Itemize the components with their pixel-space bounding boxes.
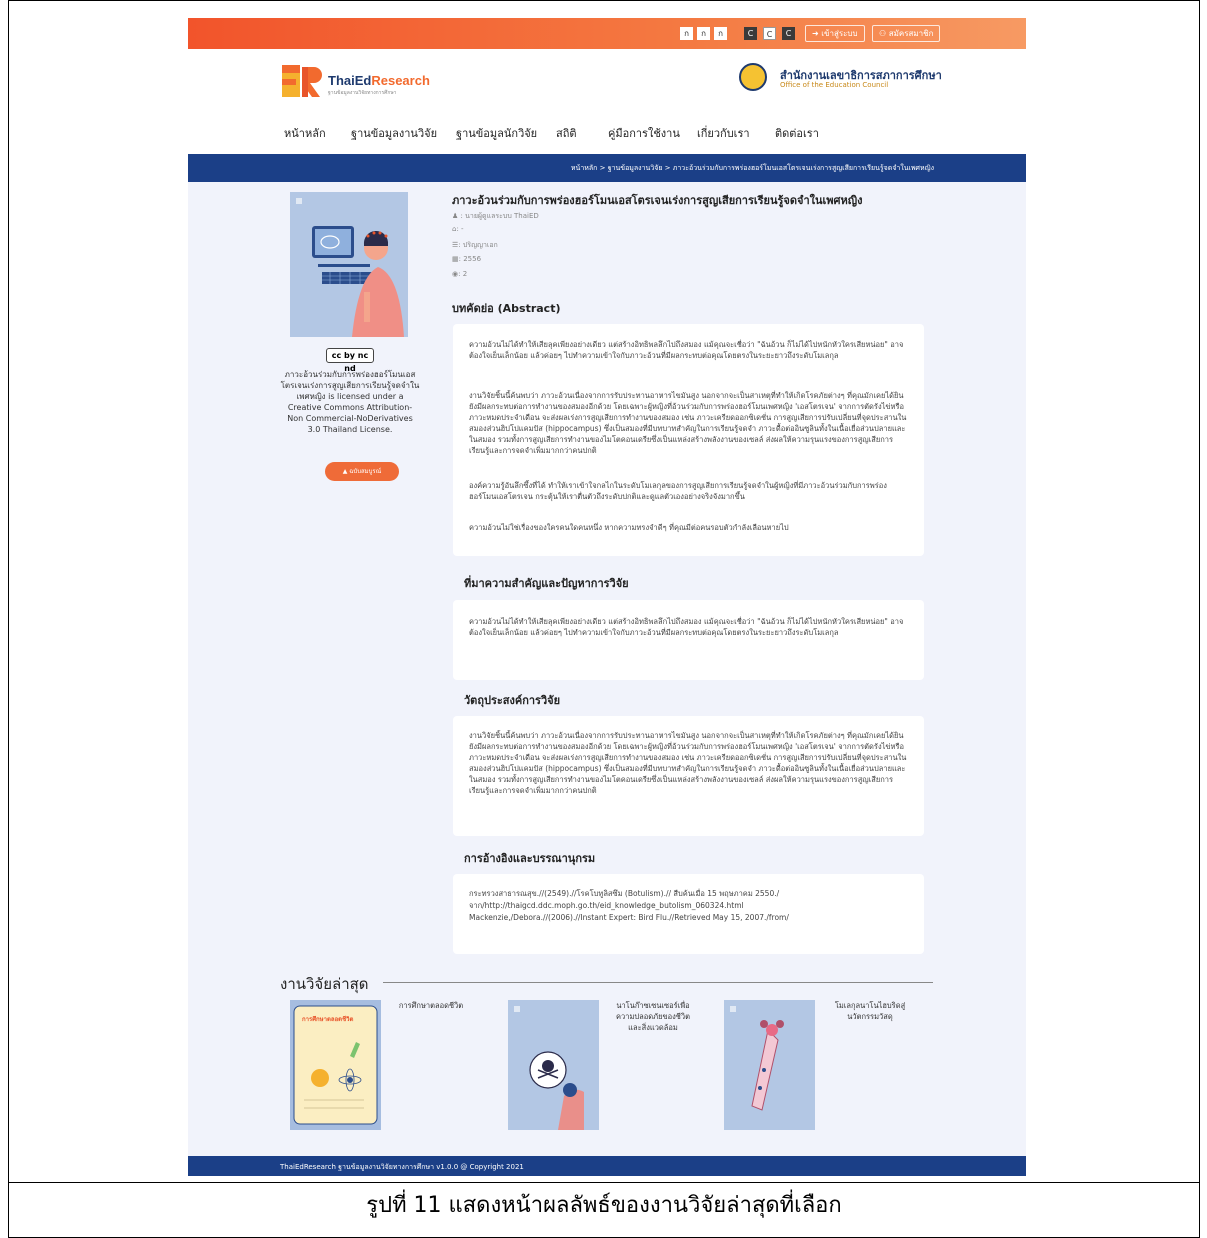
contrast-light-button[interactable]: C	[763, 27, 776, 40]
meta-views: ◉: 2	[452, 270, 468, 278]
nav-statistics[interactable]: สถิติ	[556, 124, 577, 142]
objective-heading: วัตถุประสงค์การวิจัย	[464, 694, 561, 707]
fulltext-label: ฉบับสมบูรณ์	[349, 468, 382, 475]
register-label: สมัครสมาชิก	[888, 29, 934, 38]
calendar-icon: ▦	[452, 255, 459, 263]
nav-contact[interactable]: ติดต่อเรา	[775, 124, 819, 142]
meta-year: ▦: 2556	[452, 255, 482, 263]
background-card: ความอ้วนไม่ได้ทำให้เสียลุคเพียงอย่างเดีย…	[453, 600, 924, 680]
nav-research-db[interactable]: ฐานข้อมูลงานวิจัย	[351, 124, 437, 142]
reference-line-3: Mackenzie,/Debora.//(2006).//Instant Exp…	[469, 913, 789, 922]
references-heading: การอ้างอิงและบรรณานุกรม	[464, 852, 596, 865]
footer-copyright: ThaiEdResearch ฐานข้อมูลงานวิจัยทางการศึ…	[280, 1163, 524, 1171]
caption-divider	[8, 1182, 1200, 1183]
web-page: ก ก ก C C C ➜ เข้าสู่ระบบ ⚇ สมัครสมาชิก …	[188, 18, 1026, 1176]
nav-about[interactable]: เกี่ยวกับเรา	[697, 124, 750, 142]
site-footer: ThaiEdResearch ฐานข้อมูลงานวิจัยทางการศึ…	[188, 1156, 1026, 1176]
user-icon: ⚇	[879, 29, 889, 38]
abstract-heading: บทคัดย่อ (Abstract)	[452, 302, 561, 315]
fulltext-button[interactable]: ▲ ฉบับสมบูรณ์	[325, 462, 399, 481]
creative-commons-badge[interactable]: cc by nc nd	[326, 348, 374, 373]
research-title: ภาวะอ้วนร่วมกับการพร่องฮอร์โมนเอสโตรเจนเ…	[452, 194, 863, 207]
research-cover-image	[290, 192, 408, 337]
meta-degree: ☰: ปริญญาเอก	[452, 241, 498, 249]
abstract-paragraph-2: งานวิจัยชิ้นนี้ค้นพบว่า ภาวะอ้วนเนื่องจา…	[469, 391, 907, 455]
thaiedresearch-logo-icon[interactable]	[280, 61, 324, 101]
font-size-large-button[interactable]: ก	[714, 27, 727, 40]
meta-author: ♟ : นายผู้ดูแลระบบ ThaiED	[452, 212, 539, 220]
latest-divider	[383, 982, 933, 983]
objective-card: งานวิจัยชิ้นนี้ค้นพบว่า ภาวะอ้วนเนื่องจา…	[453, 716, 924, 836]
nav-researcher-db[interactable]: ฐานข้อมูลนักวิจัย	[456, 124, 537, 142]
login-icon: ➜	[812, 29, 822, 38]
breadcrumb-bar: หน้าหลัก > ฐานข้อมูลงานวิจัย > ภาวะอ้วนร…	[188, 154, 1026, 182]
nav-home[interactable]: หน้าหลัก	[284, 124, 326, 142]
top-utility-bar: ก ก ก C C C ➜ เข้าสู่ระบบ ⚇ สมัครสมาชิก	[188, 18, 1026, 49]
org-name-en: Office of the Education Council	[780, 81, 889, 89]
contrast-yellow-button[interactable]: C	[782, 27, 795, 40]
book-cover-title: การศึกษาตลอดชีวิต	[302, 1016, 354, 1023]
oec-emblem-icon	[739, 63, 767, 91]
researcher-illustration-icon	[296, 198, 404, 337]
font-size-medium-button[interactable]: ก	[697, 27, 710, 40]
nano-hybrid-illustration-icon	[730, 1006, 784, 1111]
login-label: เข้าสู่ระบบ	[821, 29, 858, 38]
objective-paragraph: งานวิจัยชิ้นนี้ค้นพบว่า ภาวะอ้วนเนื่องจา…	[469, 731, 907, 795]
login-button[interactable]: ➜ เข้าสู่ระบบ	[805, 25, 865, 42]
license-text: ภาวะอ้วนร่วมกับการพร่องฮอร์โมนเอสโตรเจนเ…	[280, 370, 420, 434]
breadcrumb[interactable]: หน้าหลัก > ฐานข้อมูลงานวิจัย > ภาวะอ้วนร…	[571, 163, 934, 174]
abstract-paragraph-3: องค์ความรู้อันลึกซึ้งที่ได้ ทำให้เราเข้า…	[469, 481, 887, 501]
latest-item-3-image[interactable]	[724, 1000, 815, 1130]
background-paragraph: ความอ้วนไม่ได้ทำให้เสียลุคเพียงอย่างเดีย…	[469, 617, 904, 637]
reference-line-2: จาก/http://thaigcd.ddc.moph.go.th/eid_kn…	[469, 901, 744, 910]
toxic-gas-illustration-icon	[514, 1006, 584, 1130]
register-button[interactable]: ⚇ สมัครสมาชิก	[872, 25, 941, 42]
latest-item-3-title[interactable]: โมเลกุลนาโนไฮบริดสู่นวัตกรรมวัสดุ	[830, 1000, 910, 1022]
references-card: กระทรวงสาธารณสุข.//(2549).//โรคโบทูลิสซึ…	[453, 874, 924, 954]
person-icon: ♟	[452, 212, 459, 220]
reference-line-1: กระทรวงสาธารณสุข.//(2549).//โรคโบทูลิสซึ…	[469, 889, 780, 898]
site-logo-subtitle: ฐานข้อมูลงานวิจัยทางการศึกษา	[328, 90, 397, 96]
abstract-paragraph-1: ความอ้วนไม่ได้ทำให้เสียลุคเพียงอย่างเดีย…	[469, 340, 904, 360]
site-logo-text: ThaiEdResearch	[328, 73, 430, 88]
abstract-paragraph-4: ความอ้วนไม่ใช่เรื่องของใครคนใดคนหนึ่ง หา…	[469, 523, 789, 532]
latest-item-1-image[interactable]: การศึกษาตลอดชีวิต	[290, 1000, 381, 1130]
figure-caption: รูปที่ 11 แสดงหน้าผลลัพธ์ของงานวิจัยล่าส…	[366, 1193, 842, 1218]
background-heading: ที่มาความสำคัญและปัญหาการวิจัย	[464, 577, 629, 590]
latest-item-2-title[interactable]: นาโนก๊าซเซนเซอร์เพื่อความปลอดภัยของชีวิต…	[613, 1000, 693, 1033]
latest-research-heading: งานวิจัยล่าสุด	[280, 975, 369, 993]
abstract-card: ความอ้วนไม่ได้ทำให้เสียลุคเพียงอย่างเดีย…	[453, 324, 924, 556]
font-size-small-button[interactable]: ก	[680, 27, 693, 40]
meta-institution: ⌂: -	[452, 225, 464, 233]
contrast-dark-button[interactable]: C	[744, 27, 757, 40]
latest-item-1-title[interactable]: การศึกษาตลอดชีวิต	[391, 1000, 471, 1011]
nav-user-guide[interactable]: คู่มือการใช้งาน	[608, 124, 680, 142]
latest-item-2-image[interactable]	[508, 1000, 599, 1130]
site-header: ThaiEdResearch ฐานข้อมูลงานวิจัยทางการศึ…	[188, 49, 1026, 154]
